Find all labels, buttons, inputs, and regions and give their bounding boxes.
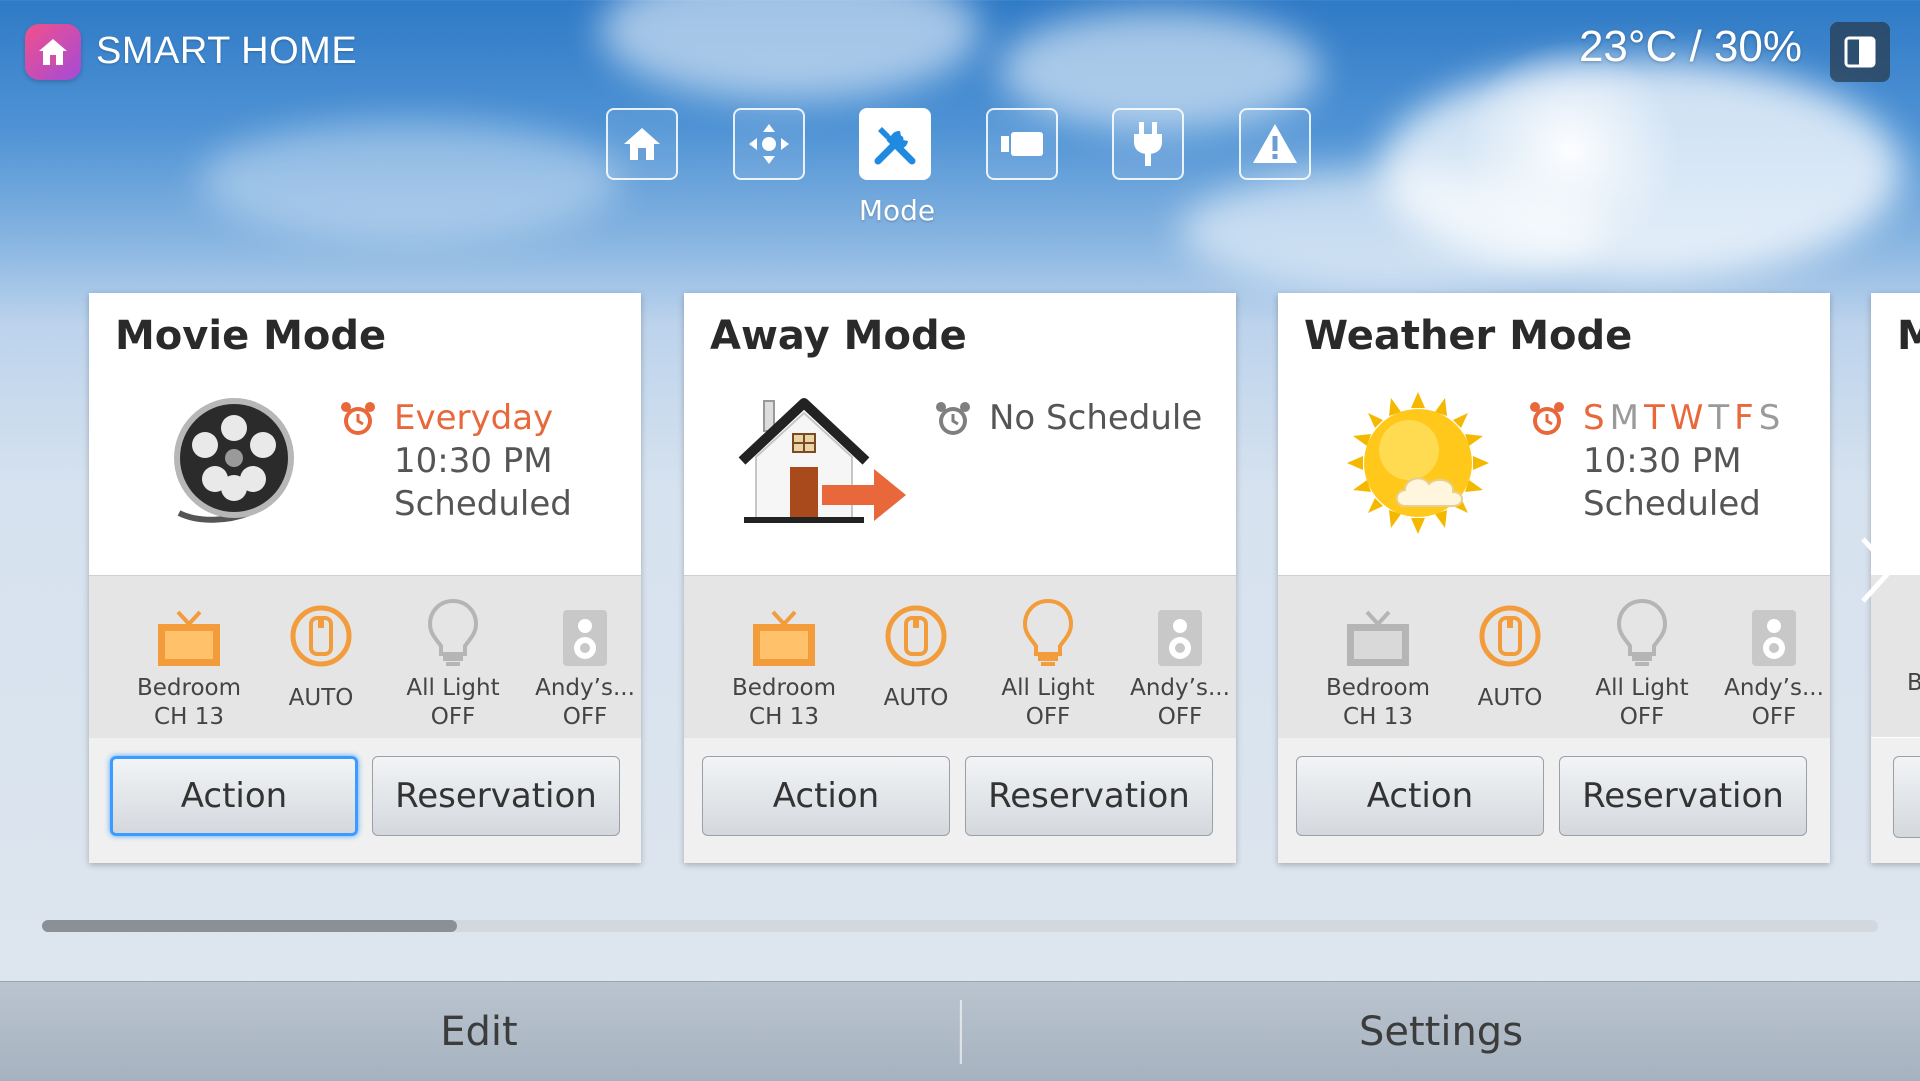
day-mon[interactable]: M [1610, 398, 1639, 438]
home-icon [624, 128, 660, 160]
card-actions: Action Reservation [89, 738, 641, 863]
schedule-frequency: Everyday [394, 398, 554, 438]
climate-readout: 23°C / 30% [1578, 22, 1802, 71]
card-title: Movie Mode [115, 313, 387, 359]
schedule-info: SMTWTFS 10:30 PM Scheduled [1530, 397, 1785, 526]
action-button[interactable]: Action [702, 756, 950, 836]
card-title: M [1897, 313, 1920, 359]
main-nav: Mode [0, 108, 1920, 228]
tools-icon [874, 127, 916, 165]
schedule-status: Scheduled [1583, 484, 1761, 524]
panel-icon [1844, 36, 1876, 68]
nav-alert[interactable] [1239, 108, 1311, 180]
device-speaker[interactable]: Andy’s... OFF [517, 598, 653, 732]
device-list: Bedroom CH 13 AUTO All Light OFF Andy’s...… [684, 575, 1236, 739]
chevron-right-icon [1861, 537, 1895, 603]
aircon-icon [1479, 605, 1541, 667]
card-title: Away Mode [710, 313, 967, 359]
device-tv[interactable]: Bedroom CH 13 [716, 598, 852, 732]
device-speaker[interactable]: Andy’s... OFF [1706, 598, 1842, 732]
nav-move[interactable] [733, 108, 805, 180]
device-aircon[interactable]: AUTO [848, 598, 984, 713]
tv-icon [1347, 610, 1409, 666]
device-list: Bedroom CH 13 AUTO All Light OFF Andy’s...… [1278, 575, 1830, 739]
card-actions: Action Reservation [1278, 738, 1830, 863]
warning-icon [1253, 124, 1297, 163]
card-title: Weather Mode [1304, 313, 1633, 359]
speaker-icon [1158, 610, 1202, 666]
lightbulb-icon [1022, 598, 1074, 666]
day-sun[interactable]: S [1583, 398, 1605, 438]
card-scrollbar[interactable] [42, 920, 1878, 932]
device-aircon[interactable]: AUTO [253, 598, 389, 713]
day-sat[interactable]: S [1759, 398, 1781, 438]
schedule-days: SMTWTFS [1583, 397, 1785, 440]
camera-icon [1001, 132, 1043, 156]
day-thu[interactable]: T [1708, 398, 1729, 438]
card-actions: Action Reservation [684, 738, 1236, 863]
alarm-clock-icon [1530, 402, 1564, 435]
move-arrows-icon [749, 124, 789, 164]
speaker-icon [563, 610, 607, 666]
plug-icon [1134, 122, 1162, 166]
device-tv[interactable]: Bedroom CH 13 [1310, 598, 1446, 732]
device-aircon[interactable]: AUTO [1442, 598, 1578, 713]
reservation-button[interactable]: Reservation [372, 756, 620, 836]
device-lights[interactable]: All Light OFF [1574, 598, 1710, 732]
schedule-info: No Schedule [936, 397, 1203, 440]
edit-button[interactable]: Edit [0, 982, 958, 1081]
reservation-button[interactable]: Reservation [1559, 756, 1807, 836]
mode-card-weather: Weather Mode SMT W T F S 10:30 PM Schedu… [1278, 293, 1830, 863]
house-exit-icon [724, 383, 924, 543]
scrollbar-thumb[interactable] [42, 920, 457, 932]
nav-mode[interactable] [859, 108, 931, 180]
device-lights[interactable]: All Light OFF [385, 598, 521, 732]
schedule-time: 10:30 PM [1583, 441, 1742, 481]
schedule-status: Scheduled [394, 484, 572, 524]
device-lights[interactable]: All Light OFF [980, 598, 1116, 732]
schedule-info: Everyday 10:30 PM Scheduled [341, 397, 572, 526]
tv-icon [753, 610, 815, 666]
home-icon [39, 39, 67, 65]
nav-mode-label: Mode [858, 194, 936, 227]
lightbulb-icon [427, 598, 479, 666]
speaker-icon [1752, 610, 1796, 666]
schedule-status: No Schedule [989, 398, 1203, 438]
next-card-arrow[interactable] [1852, 530, 1902, 610]
action-button[interactable]: Action [1296, 756, 1544, 836]
mode-card-movie: Movie Mode Everyday 10:30 PM Scheduled B… [89, 293, 641, 863]
tv-icon [158, 610, 220, 666]
settings-button[interactable]: Settings [962, 982, 1920, 1081]
day-wed[interactable]: W [1670, 398, 1704, 438]
mode-card-away: Away Mode No Schedule Bedroom CH 13 AUTO… [684, 293, 1236, 863]
alarm-clock-icon [341, 402, 375, 435]
side-panel-button[interactable] [1830, 22, 1890, 82]
day-fri[interactable]: F [1734, 398, 1754, 438]
app-title: SMART HOME [96, 30, 358, 72]
app-logo [25, 24, 81, 80]
nav-home[interactable] [606, 108, 678, 180]
sun-cloud-icon [1318, 383, 1518, 543]
device-tv[interactable]: Bedroom CH 13 [121, 598, 257, 732]
aircon-icon [885, 605, 947, 667]
reservation-button[interactable]: Reservation [965, 756, 1213, 836]
device-speaker[interactable]: Andy’s... OFF [1112, 598, 1248, 732]
nav-camera[interactable] [986, 108, 1058, 180]
lightbulb-icon [1616, 598, 1668, 666]
device-list: Bedroom CH 13 AUTO All Light OFF Andy’s...… [89, 575, 641, 739]
aircon-icon [290, 605, 352, 667]
action-button[interactable]: Action [110, 756, 358, 836]
bottom-bar: Edit Settings [0, 981, 1920, 1081]
day-tue[interactable]: T [1644, 398, 1665, 438]
film-reel-icon [129, 383, 329, 543]
action-button[interactable] [1893, 756, 1920, 838]
schedule-time: 10:30 PM [394, 441, 553, 481]
nav-plug[interactable] [1112, 108, 1184, 180]
alarm-clock-icon [936, 402, 970, 435]
